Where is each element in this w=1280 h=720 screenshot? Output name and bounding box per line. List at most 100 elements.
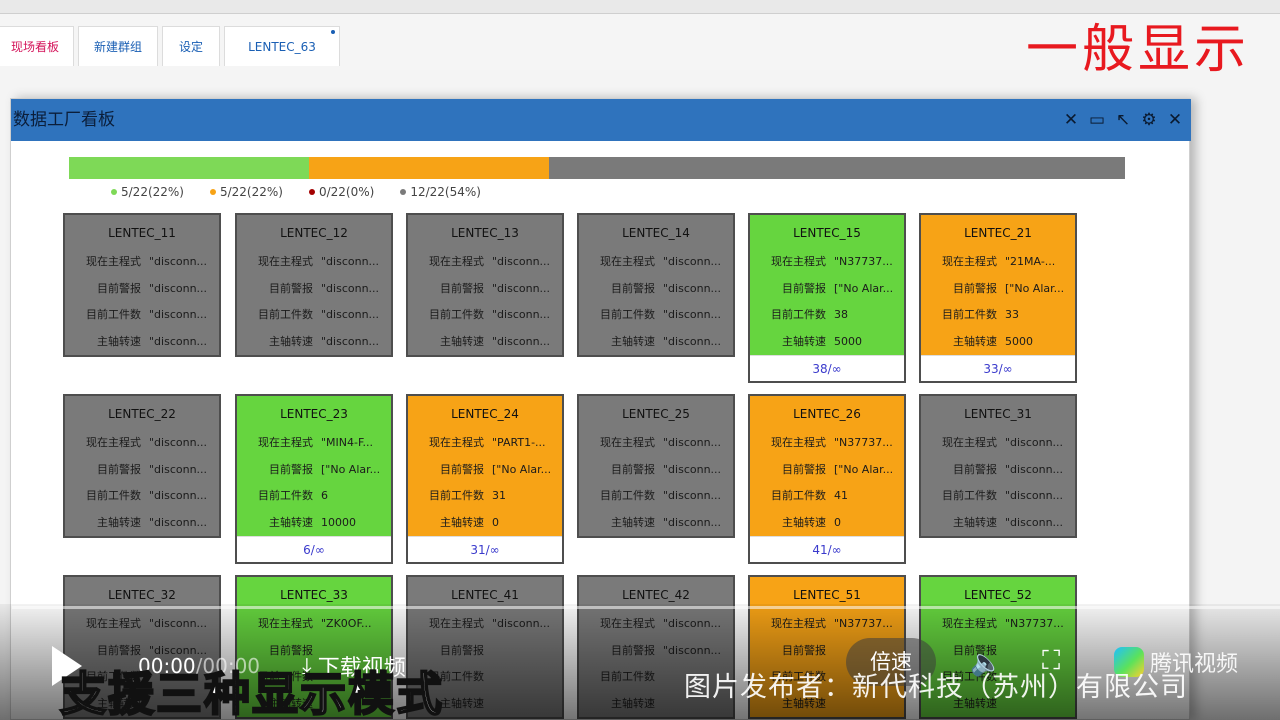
field-label: 目前警报 (953, 462, 997, 476)
machine-name: LENTEC_23 (280, 407, 348, 421)
machine-card[interactable]: LENTEC_25 现在主程式 "disconn... 目前警报 "disconn...… (577, 394, 735, 538)
legend-label: 5/22(22%) (219, 185, 283, 199)
field-value: "disconn... (149, 489, 208, 502)
machine-field-row: 目前警报 ["No Alar... (921, 276, 1075, 303)
field-label: 主轴转速 (440, 334, 484, 348)
publisher-watermark: 图片发布者：新代科技（苏州）有限公司 (684, 672, 1188, 703)
legend-dot-icon (308, 189, 315, 195)
field-label: 目前工件数 (86, 308, 141, 321)
video-seekbar[interactable] (12, 606, 1280, 609)
machine-field-row: 目前工件数 "disconn... (921, 483, 1075, 510)
legend-item: 5/22(22%) (111, 185, 184, 199)
field-value: "disconn... (149, 334, 208, 348)
machine-card[interactable]: LENTEC_31 现在主程式 "disconn... 目前警报 "disconn...… (919, 394, 1077, 538)
field-value: "disconn... (321, 334, 380, 348)
progress-segment (549, 157, 1125, 179)
settings-icon[interactable]: ⚙ (1139, 110, 1159, 130)
field-value: "disconn... (663, 255, 722, 268)
tab-new-group[interactable]: 新建群组 (78, 26, 158, 66)
machine-card[interactable]: LENTEC_23 现在主程式 "MIN4-F... 目前警报 ["No Alar...… (235, 394, 393, 564)
field-label: 目前警报 (440, 462, 484, 476)
machine-name: LENTEC_11 (108, 226, 176, 240)
machine-field-row: 主轴转速 0 (750, 510, 904, 537)
close-icon[interactable]: ✕ (1165, 110, 1185, 130)
tab-settings[interactable]: 设定 (162, 26, 220, 66)
field-value: "disconn... (1005, 515, 1064, 529)
machine-field-row: 目前警报 ["No Alar... (408, 457, 562, 484)
field-label: 现在主程式 (429, 436, 484, 449)
machine-field-row: 主轴转速 5000 (921, 329, 1075, 356)
machine-field-row: 目前工件数 6 (237, 483, 391, 510)
field-value: ["No Alar... (834, 462, 894, 476)
field-label: 现在主程式 (942, 255, 997, 268)
machine-field-row: 目前工件数 "disconn... (65, 483, 219, 510)
field-label: 目前工件数 (429, 489, 484, 502)
field-label: 目前工件数 (600, 489, 655, 502)
machine-card[interactable]: LENTEC_14 现在主程式 "disconn... 目前警报 "disconn...… (577, 213, 735, 357)
machine-field-row: 主轴转速 "disconn... (408, 329, 562, 356)
field-label: 目前工件数 (771, 308, 826, 321)
field-value: "disconn... (149, 515, 208, 529)
arrow-icon[interactable]: ↖ (1113, 110, 1133, 130)
pin-icon[interactable]: ✕ (1061, 110, 1081, 130)
machine-field-row: 主轴转速 "disconn... (579, 510, 733, 537)
field-value: "disconn... (149, 255, 208, 268)
field-value: ["No Alar... (1005, 281, 1065, 295)
machine-field-row: 主轴转速 "disconn... (921, 510, 1075, 537)
field-value: "disconn... (663, 281, 722, 295)
monitor-icon[interactable]: ▭ (1087, 110, 1107, 130)
window-titlebar: 数据工厂看板 ✕ ▭ ↖ ⚙ ✕ (11, 99, 1191, 141)
progress-segment (69, 157, 310, 179)
field-label: 目前工件数 (771, 489, 826, 502)
field-label: 现在主程式 (771, 436, 826, 449)
legend-dot-icon (400, 189, 407, 195)
field-value: "disconn... (492, 334, 551, 348)
field-value: "N37737... (834, 255, 893, 268)
tab-lentec-63[interactable]: LENTEC_63 (224, 26, 340, 66)
tab-dashboard[interactable]: 现场看板 (0, 26, 74, 66)
machine-card[interactable]: LENTEC_22 现在主程式 "disconn... 目前警报 "disconn...… (63, 394, 221, 538)
machine-field-row: 现在主程式 "PART1-... (408, 430, 562, 457)
video-subtitle: 支援三种显示模式 (59, 666, 444, 720)
machine-field-row: 目前工件数 41 (750, 483, 904, 510)
machine-card[interactable]: LENTEC_13 现在主程式 "disconn... 目前警报 "disconn...… (406, 213, 564, 357)
machine-field-row: 现在主程式 "disconn... (579, 430, 733, 457)
machine-card[interactable]: LENTEC_12 现在主程式 "disconn... 目前警报 "disconn...… (235, 213, 393, 357)
legend-dot-icon (111, 189, 117, 195)
machine-field-row: 现在主程式 "MIN4-F... (237, 430, 391, 457)
status-legend: 5/22(22%) 5/22(22%) 0/22(0%) 12/22(54%) (111, 185, 481, 199)
machine-card[interactable]: LENTEC_26 现在主程式 "N37737... 目前警报 ["No Alar...… (748, 394, 906, 564)
machine-card[interactable]: LENTEC_21 现在主程式 "21MA-... 目前警报 ["No Alar... 目… (919, 213, 1077, 383)
machine-name: LENTEC_12 (280, 226, 348, 240)
progress-segment (309, 157, 550, 179)
machine-card[interactable]: LENTEC_11 现在主程式 "disconn... 目前警报 "disconn...… (63, 213, 221, 357)
field-label: 主轴转速 (953, 334, 997, 348)
field-value: ["No Alar... (321, 462, 381, 476)
machine-field-row: 现在主程式 "disconn... (408, 249, 562, 276)
machine-field-row: 目前警报 ["No Alar... (750, 457, 904, 484)
machine-card[interactable]: LENTEC_15 现在主程式 "N37737... 目前警报 ["No Alar...… (748, 213, 906, 383)
machine-count-footer: 6/∞ (237, 536, 391, 562)
legend-dot-icon (209, 189, 216, 195)
machine-field-row: 目前工件数 "disconn... (237, 302, 391, 329)
machine-card[interactable]: LENTEC_24 现在主程式 "PART1-... 目前警报 ["No Alar...… (406, 394, 564, 564)
field-label: 目前警报 (97, 281, 141, 295)
field-value: "PART1-... (492, 436, 546, 449)
machine-field-row: 目前警报 "disconn... (921, 457, 1075, 484)
field-value: "disconn... (663, 308, 722, 321)
field-value: 0 (834, 515, 841, 529)
field-label: 目前警报 (611, 281, 655, 295)
field-label: 主轴转速 (269, 515, 313, 529)
machine-field-row: 目前工件数 "disconn... (408, 302, 562, 329)
machine-field-row: 主轴转速 10000 (237, 510, 391, 537)
field-label: 现在主程式 (86, 436, 141, 449)
field-label: 目前警报 (269, 281, 313, 295)
field-value: 5000 (1005, 334, 1033, 348)
field-value: "disconn... (492, 281, 551, 295)
field-value: "21MA-... (1005, 255, 1056, 268)
machine-field-row: 目前警报 "disconn... (237, 276, 391, 303)
machine-field-row: 现在主程式 "N37737... (750, 249, 904, 276)
machine-name: LENTEC_15 (793, 226, 861, 240)
field-value: "N37737... (834, 436, 893, 449)
field-value: "disconn... (149, 462, 208, 476)
